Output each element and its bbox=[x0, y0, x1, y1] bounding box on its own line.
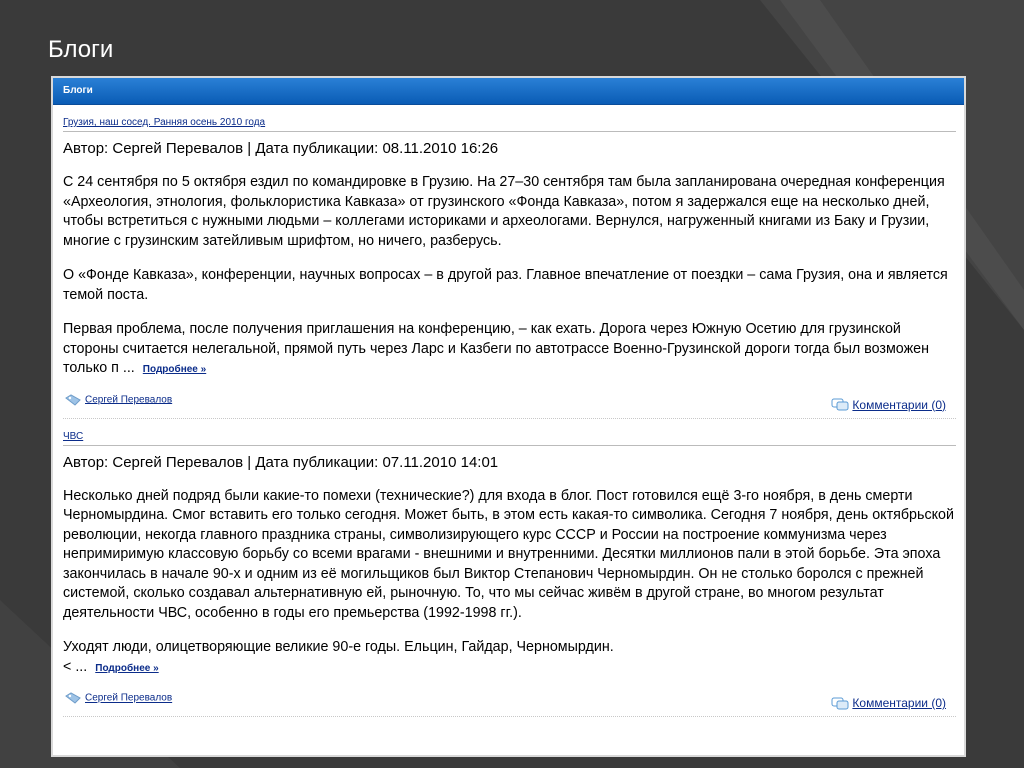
author-name: Сергей Перевалов bbox=[85, 692, 173, 704]
author-name: Сергей Перевалов bbox=[85, 394, 173, 406]
post-paragraph: Несколько дней подряд были какие-то поме… bbox=[63, 487, 954, 621]
comments-link[interactable]: Комментарии (0) bbox=[831, 398, 946, 413]
post-paragraph: О «Фонде Кавказа», конференции, научных … bbox=[63, 267, 948, 303]
post-footer: Сергей Перевалов Комментарии (0) bbox=[63, 690, 956, 717]
read-more-link[interactable]: Подробнее » bbox=[143, 364, 206, 375]
comments-count: Комментарии (0) bbox=[852, 397, 946, 412]
panel-header: Блоги bbox=[53, 78, 964, 105]
post-paragraph: С 24 сентября по 5 октября ездил по кома… bbox=[63, 174, 945, 249]
read-more-link[interactable]: Подробнее » bbox=[95, 663, 158, 674]
post-footer: Сергей Перевалов Комментарии (0) bbox=[63, 392, 956, 419]
comments-count: Комментарии (0) bbox=[852, 696, 946, 710]
author-link[interactable]: Сергей Перевалов bbox=[65, 393, 173, 406]
post-paragraph-text: Уходят люди, олицетворяющие великие 90-е… bbox=[63, 639, 614, 655]
post-title-link[interactable]: ЧВС bbox=[63, 419, 956, 446]
post-paragraph: Уходят люди, олицетворяющие великие 90-е… bbox=[63, 638, 956, 678]
comments-link[interactable]: Комментарии (0) bbox=[831, 696, 946, 711]
tag-icon bbox=[65, 692, 81, 704]
post-excerpt-end: < ... bbox=[63, 658, 88, 675]
comment-bubble-icon bbox=[831, 398, 849, 411]
slide-title: Блоги bbox=[48, 36, 114, 63]
tag-icon bbox=[65, 393, 81, 406]
post-meta: Автор: Сергей Перевалов | Дата публикаци… bbox=[63, 453, 499, 471]
blog-post: Грузия, наш сосед. Ранняя осень 2010 год… bbox=[53, 105, 964, 419]
blog-panel: Блоги Грузия, наш сосед. Ранняя осень 20… bbox=[51, 76, 966, 757]
blog-post: ЧВС Автор: Сергей Перевалов | Дата публи… bbox=[53, 419, 964, 717]
post-paragraph: Первая проблема, после получения приглаш… bbox=[63, 320, 956, 380]
post-meta: Автор: Сергей Перевалов | Дата публикаци… bbox=[63, 140, 499, 157]
comment-bubble-icon bbox=[831, 697, 849, 710]
author-link[interactable]: Сергей Перевалов bbox=[65, 692, 172, 704]
post-title-link[interactable]: Грузия, наш сосед. Ранняя осень 2010 год… bbox=[63, 105, 956, 132]
